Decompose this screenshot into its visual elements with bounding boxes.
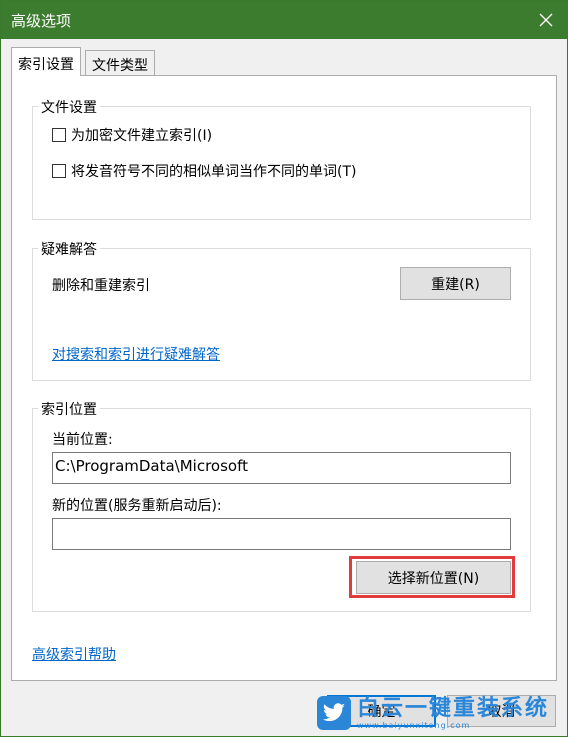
watermark-text: 白云一键重装系统 — [357, 695, 550, 721]
group-label-index-location: 索引位置 — [38, 399, 100, 419]
checkbox-diacritics[interactable] — [52, 164, 66, 178]
watermark-url: www.baiyunxitong.com — [357, 720, 471, 730]
file-settings-group: 文件设置 为加密文件建立索引(I) 将发音符号不同的相似单词当作不同的单词(T) — [32, 97, 531, 220]
tab-file-types[interactable]: 文件类型 — [85, 50, 155, 76]
watermark-text-block: 白云一键重装系统 www.baiyunxitong.com — [357, 695, 550, 730]
rebuild-text: 删除和重建索引 — [52, 278, 150, 294]
title-bar[interactable]: 高级选项 — [1, 1, 568, 39]
tab-index-settings[interactable]: 索引设置 — [11, 47, 81, 76]
close-button[interactable] — [523, 1, 568, 39]
index-location-group: 索引位置 当前位置: C:\ProgramData\Microsoft 新的位置… — [32, 399, 531, 612]
new-location-field[interactable] — [52, 518, 511, 550]
window-title: 高级选项 — [11, 12, 72, 30]
advanced-options-dialog: 高级选项 索引设置 文件类型 文件设置 为加密文件建立索引(I) 将发音符号不同… — [0, 0, 568, 737]
troubleshoot-group: 疑难解答 删除和重建索引 重建(R) 对搜索和索引进行疑难解答 — [32, 239, 531, 381]
troubleshoot-link[interactable]: 对搜索和索引进行疑难解答 — [52, 344, 220, 364]
rebuild-button[interactable]: 重建(R) — [400, 267, 511, 300]
tab-panel: 文件设置 为加密文件建立索引(I) 将发音符号不同的相似单词当作不同的单词(T)… — [11, 75, 557, 681]
option-label: 为加密文件建立索引(I) — [71, 128, 213, 144]
current-location-label: 当前位置: — [52, 432, 113, 448]
group-label-file-settings: 文件设置 — [38, 97, 100, 117]
new-location-label: 新的位置(服务重新启动后): — [52, 498, 222, 514]
option-encrypted-files[interactable]: 为加密文件建立索引(I) — [52, 125, 212, 145]
group-label-troubleshoot: 疑难解答 — [38, 239, 100, 259]
advanced-index-help-link[interactable]: 高级索引帮助 — [32, 644, 116, 664]
watermark: 白云一键重装系统 www.baiyunxitong.com — [317, 691, 567, 735]
option-label: 将发音符号不同的相似单词当作不同的单词(T) — [71, 164, 357, 180]
checkbox-encrypted[interactable] — [52, 128, 66, 142]
close-icon — [539, 13, 553, 27]
twitter-bird-icon — [317, 696, 351, 730]
highlight-box — [349, 556, 515, 598]
current-location-field[interactable]: C:\ProgramData\Microsoft — [52, 452, 511, 484]
option-diacritics[interactable]: 将发音符号不同的相似单词当作不同的单词(T) — [52, 161, 356, 181]
